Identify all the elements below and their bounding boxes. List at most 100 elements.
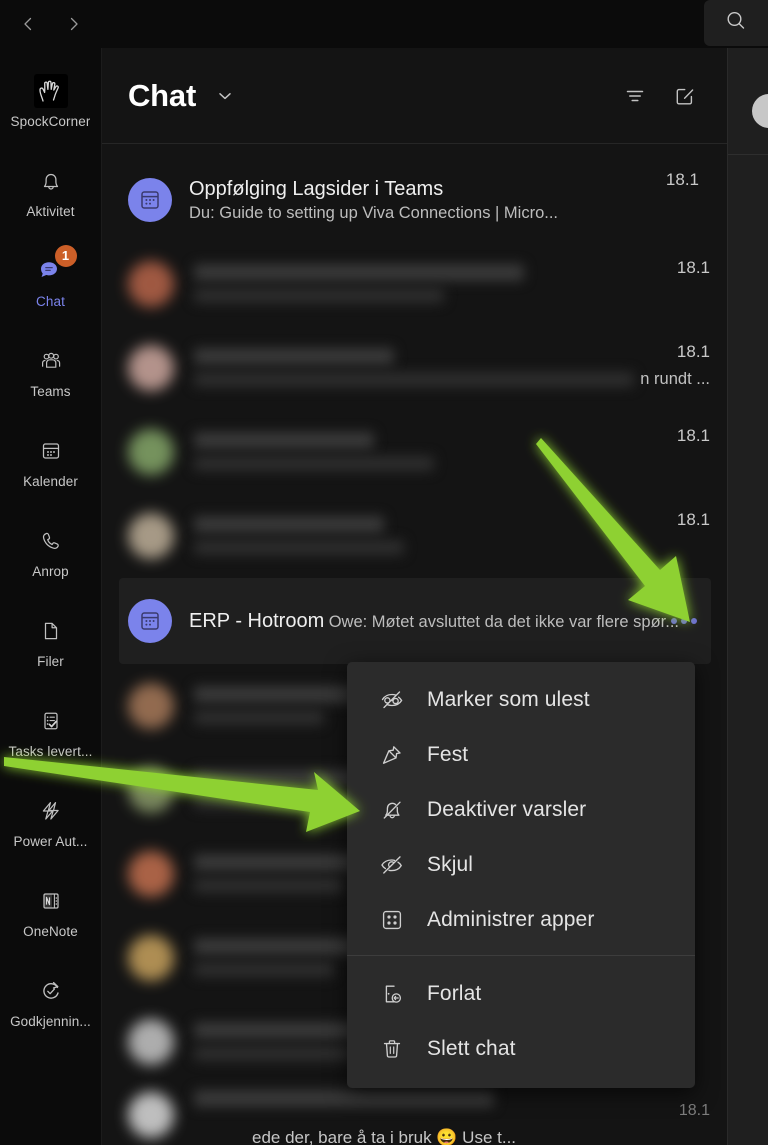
avatar: [128, 935, 174, 981]
sidebar-item-label: Chat: [36, 293, 65, 309]
search-box[interactable]: [704, 0, 768, 46]
onenote-icon: [34, 884, 68, 918]
sidebar-item-label: Kalender: [23, 473, 78, 489]
sidebar-item-anrop[interactable]: Anrop: [0, 506, 101, 596]
chat-row-timestamp: 18.1: [676, 342, 710, 361]
chat-row-timestamp: 18.1: [665, 170, 699, 189]
conversation-pane: [727, 48, 768, 1145]
bell-off-icon: [375, 797, 409, 823]
menu-item-deaktiver-varsler[interactable]: Deaktiver varsler: [347, 782, 695, 837]
sidebar-item-filer[interactable]: Filer: [0, 596, 101, 686]
mark-unread-icon: [375, 687, 409, 713]
dot: [671, 618, 677, 624]
chat-row-title: [194, 938, 369, 955]
menu-item-administrer-apper[interactable]: Administrer apper: [347, 892, 695, 947]
more-options-icon[interactable]: [671, 618, 697, 624]
avatar: [128, 851, 174, 897]
menu-item-fest[interactable]: Fest: [347, 727, 695, 782]
chat-list-item-blurred[interactable]: 18.1: [102, 410, 727, 494]
chat-list-item-blurred[interactable]: 18.1: [102, 242, 727, 326]
menu-item-label: Marker som ulest: [427, 687, 590, 711]
filter-icon[interactable]: [615, 76, 655, 116]
chat-row-preview: [194, 288, 444, 303]
phone-icon: [34, 524, 68, 558]
menu-item-marker-som-ulest[interactable]: Marker som ulest: [347, 672, 695, 727]
chat-row-title: Oppfølging Lagsider i Teams: [189, 177, 444, 200]
chat-row-title: [194, 432, 374, 449]
avatar: [128, 599, 172, 643]
sidebar-item-power-automate[interactable]: Power Aut...: [0, 776, 101, 866]
sidebar-item-label: OneNote: [23, 923, 78, 939]
sidebar-item-aktivitet[interactable]: Aktivitet: [0, 146, 101, 236]
chat-row-title: [194, 348, 394, 365]
menu-item-skjul[interactable]: Skjul: [347, 837, 695, 892]
pin-icon: [375, 742, 409, 768]
trash-icon: [375, 1036, 409, 1062]
chat-row-preview: [194, 794, 354, 809]
chat-row-preview: [194, 1046, 354, 1061]
chevron-down-icon[interactable]: [210, 81, 240, 111]
sidebar-item-tasks[interactable]: Tasks levert...: [0, 686, 101, 776]
sidebar-item-label: SpockCorner: [10, 113, 91, 129]
sidebar-item-spockcorner[interactable]: SpockCorner: [0, 56, 101, 146]
leave-icon: [375, 981, 409, 1007]
menu-item-forlat[interactable]: Forlat: [347, 966, 695, 1021]
dot: [681, 618, 687, 624]
chat-list-item-blurred[interactable]: 18.1: [102, 494, 727, 578]
chat-row-timestamp: 18.1: [678, 1102, 710, 1119]
sidebar-item-label: Anrop: [32, 563, 69, 579]
menu-item-label: Forlat: [427, 981, 482, 1005]
menu-item-slett-chat[interactable]: Slett chat: [347, 1021, 695, 1076]
sidebar-item-teams[interactable]: Teams: [0, 326, 101, 416]
chat-list-item-partial[interactable]: ede der, bare å ta i bruk 😀 Use t... 18.…: [102, 1084, 727, 1145]
navigation-arrows: [0, 10, 88, 38]
sidebar-item-label: Aktivitet: [26, 203, 75, 219]
sidebar-item-label: Tasks levert...: [8, 743, 93, 759]
chat-row-preview: [194, 878, 344, 893]
chat-row-preview: Du: Guide to setting up Viva Connections…: [189, 203, 559, 222]
search-icon: [724, 9, 748, 38]
compose-icon[interactable]: [665, 76, 705, 116]
file-icon: [34, 614, 68, 648]
bell-icon: [34, 164, 68, 198]
forward-button[interactable]: [60, 10, 88, 38]
page-title: Chat: [128, 77, 197, 113]
chat-row-preview: [194, 372, 634, 387]
chat-row-timestamp: 18.1: [676, 258, 710, 277]
sidebar-item-onenote[interactable]: OneNote: [0, 866, 101, 956]
chat-row-preview: ede der, bare å ta i bruk 😀 Use t...: [252, 1128, 517, 1145]
menu-item-label: Fest: [427, 742, 469, 766]
teams-window: SpockCorner Aktivitet 1 Chat Teams Kalen…: [0, 0, 768, 1145]
chat-list-item-oppfolging[interactable]: Oppfølging Lagsider i Teams Du: Guide to…: [119, 158, 711, 242]
chat-row-title: [194, 1090, 494, 1107]
menu-separator: [347, 955, 695, 956]
menu-item-label: Deaktiver varsler: [427, 797, 587, 821]
apps-grid-icon: [375, 907, 409, 933]
sidebar-item-label: Teams: [30, 383, 71, 399]
menu-item-label: Slett chat: [427, 1036, 516, 1060]
chat-row-timestamp: 18.1: [676, 510, 710, 529]
chat-unread-badge: 1: [54, 244, 77, 267]
sidebar-item-kalender[interactable]: Kalender: [0, 416, 101, 506]
back-button[interactable]: [14, 10, 42, 38]
sidebar-item-chat[interactable]: 1 Chat: [0, 236, 101, 326]
dot: [691, 618, 697, 624]
avatar: [128, 513, 174, 559]
sidebar-item-label: Godkjennin...: [10, 1013, 91, 1029]
chat-row-preview: [194, 710, 324, 725]
avatar: [128, 683, 174, 729]
sidebar-item-godkjenninger[interactable]: Godkjennin...: [0, 956, 101, 1046]
chat-row-preview: [194, 456, 434, 471]
divider: [728, 154, 768, 155]
org-logo-icon: [33, 73, 68, 108]
chat-list-item-erp-hotroom[interactable]: ERP - Hotroom Owe: Møtet avsluttet da de…: [119, 578, 711, 664]
chat-row-title: [194, 264, 524, 281]
menu-item-label: Skjul: [427, 852, 474, 876]
chat-row-preview: [194, 540, 404, 555]
avatar: [752, 94, 768, 128]
chat-row-timestamp: 18.1: [676, 426, 710, 445]
chat-list-item-blurred[interactable]: 18.1 n rundt ...: [102, 326, 727, 410]
avatar: [128, 767, 174, 813]
avatar: [128, 345, 174, 391]
chat-row-preview: [194, 962, 334, 977]
